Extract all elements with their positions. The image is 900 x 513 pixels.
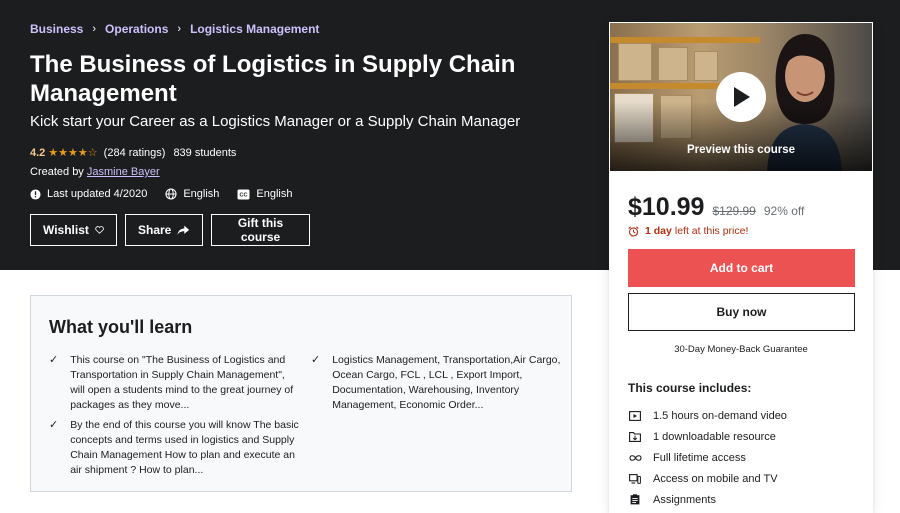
last-updated-text: Last updated 4/2020 xyxy=(47,188,148,200)
buy-now-button[interactable]: Buy now xyxy=(628,293,855,331)
includes-item-text: 1.5 hours on-demand video xyxy=(653,409,787,422)
includes-title: This course includes: xyxy=(628,381,752,395)
rating-value: 4.2 xyxy=(30,146,46,159)
rating-row: 4.2 ★★★★☆ (284 ratings) 839 students xyxy=(30,146,237,160)
current-price: $10.99 xyxy=(628,193,705,221)
course-preview[interactable]: Preview this course xyxy=(610,23,872,171)
checkmark-icon: ✓ xyxy=(49,419,59,431)
includes-item-text: Access on mobile and TV xyxy=(653,472,778,485)
timer-text: left at this price! xyxy=(674,225,749,237)
includes-item-text: 1 downloadable resource xyxy=(653,430,776,443)
what-youll-learn-title: What you'll learn xyxy=(49,317,193,337)
star-icon: ★ xyxy=(77,147,88,159)
ratings-count[interactable]: (284 ratings) xyxy=(104,147,166,159)
students-count: 839 students xyxy=(173,146,237,159)
file-download-icon xyxy=(628,430,642,444)
breadcrumb-operations[interactable]: Operations xyxy=(105,22,168,36)
course-subtitle: Kick start your Career as a Logistics Ma… xyxy=(30,113,521,130)
breadcrumb: Business › Operations › Logistics Manage… xyxy=(30,22,319,36)
instructor-link[interactable]: Jasmine Bayer xyxy=(87,166,160,178)
includes-item-text: Full lifetime access xyxy=(653,451,746,464)
globe-icon xyxy=(165,188,177,200)
star-rating: ★★★★☆ xyxy=(48,146,97,159)
play-icon xyxy=(734,87,750,107)
alarm-clock-icon xyxy=(628,225,639,237)
checkmark-icon: ✓ xyxy=(311,354,321,366)
learn-item: ✓ By the end of this course you will kno… xyxy=(49,418,299,478)
infinity-icon xyxy=(628,451,642,465)
preview-label: Preview this course xyxy=(686,144,796,156)
star-icon: ★ xyxy=(48,147,59,159)
svg-text:CC: CC xyxy=(240,192,248,198)
learn-item-text: Logistics Management, Transportation,Air… xyxy=(332,354,561,411)
course-title: The Business of Logistics in Supply Chai… xyxy=(30,51,516,107)
breadcrumb-logistics-management[interactable]: Logistics Management xyxy=(190,22,319,36)
includes-item: Access on mobile and TV xyxy=(628,468,787,489)
learn-item-text: By the end of this course you will know … xyxy=(70,419,299,476)
learn-item: ✓ This course on "The Business of Logist… xyxy=(49,353,299,413)
learn-item: ✓ Logistics Management, Transportation,A… xyxy=(311,353,561,413)
includes-item: 1.5 hours on-demand video xyxy=(628,405,787,426)
created-by-label: Created by xyxy=(30,166,84,178)
star-half-icon: ☆ xyxy=(87,147,98,159)
includes-list: 1.5 hours on-demand video 1 downloadable… xyxy=(628,405,787,510)
last-updated: Last updated 4/2020 xyxy=(30,188,147,200)
includes-item: Assignments xyxy=(628,489,787,510)
timer-bold: 1 day xyxy=(645,225,672,237)
includes-item: 1 downloadable resource xyxy=(628,426,787,447)
wishlist-button[interactable]: Wishlist xyxy=(30,214,117,246)
deal-timer: 1 day left at this price! xyxy=(628,225,748,237)
course-captions: CC English xyxy=(237,188,292,200)
money-back-guarantee: 30-Day Money-Back Guarantee xyxy=(674,344,808,355)
chevron-right-icon: › xyxy=(92,23,97,35)
price-row: $10.99 $129.99 92% off xyxy=(628,193,804,222)
includes-item: Full lifetime access xyxy=(628,447,787,468)
warehouse-box xyxy=(618,43,652,81)
course-language: English xyxy=(165,188,219,200)
share-arrow-icon xyxy=(177,225,190,235)
play-button[interactable] xyxy=(716,72,766,122)
discount-percent: 92% off xyxy=(763,204,805,218)
warehouse-box xyxy=(694,51,718,81)
learn-item-text: This course on "The Business of Logistic… xyxy=(70,354,294,411)
alert-info-icon xyxy=(30,188,41,200)
mobile-tv-icon xyxy=(628,472,642,486)
original-price: $129.99 xyxy=(712,204,756,218)
heart-icon xyxy=(95,226,104,234)
wishlist-label: Wishlist xyxy=(43,223,89,237)
gift-course-label: Gift this course xyxy=(237,216,284,244)
purchase-sidebar: Preview this course $10.99 $129.99 92% o… xyxy=(609,22,873,513)
share-label: Share xyxy=(138,223,172,237)
video-icon xyxy=(628,409,642,423)
header-actions: Wishlist Share Gift this course xyxy=(30,214,318,246)
add-to-cart-button[interactable]: Add to cart xyxy=(628,249,855,287)
closed-captions-icon: CC xyxy=(237,189,250,199)
course-meta: Last updated 4/2020 English CC English xyxy=(30,188,310,200)
what-youll-learn: What you'll learn ✓ This course on "The … xyxy=(30,295,572,492)
breadcrumb-business[interactable]: Business xyxy=(30,22,83,36)
checkmark-icon: ✓ xyxy=(49,354,59,366)
captions-text: English xyxy=(256,188,293,200)
star-icon: ★ xyxy=(58,147,69,159)
created-by: Created by Jasmine Bayer xyxy=(30,166,160,178)
share-button[interactable]: Share xyxy=(125,214,203,246)
warehouse-box xyxy=(658,47,688,81)
assignment-icon xyxy=(628,493,642,507)
gift-course-button[interactable]: Gift this course xyxy=(211,214,310,246)
chevron-right-icon: › xyxy=(177,23,182,35)
star-icon: ★ xyxy=(68,147,78,159)
includes-item-text: Assignments xyxy=(653,493,716,506)
language-text: English xyxy=(183,188,220,200)
